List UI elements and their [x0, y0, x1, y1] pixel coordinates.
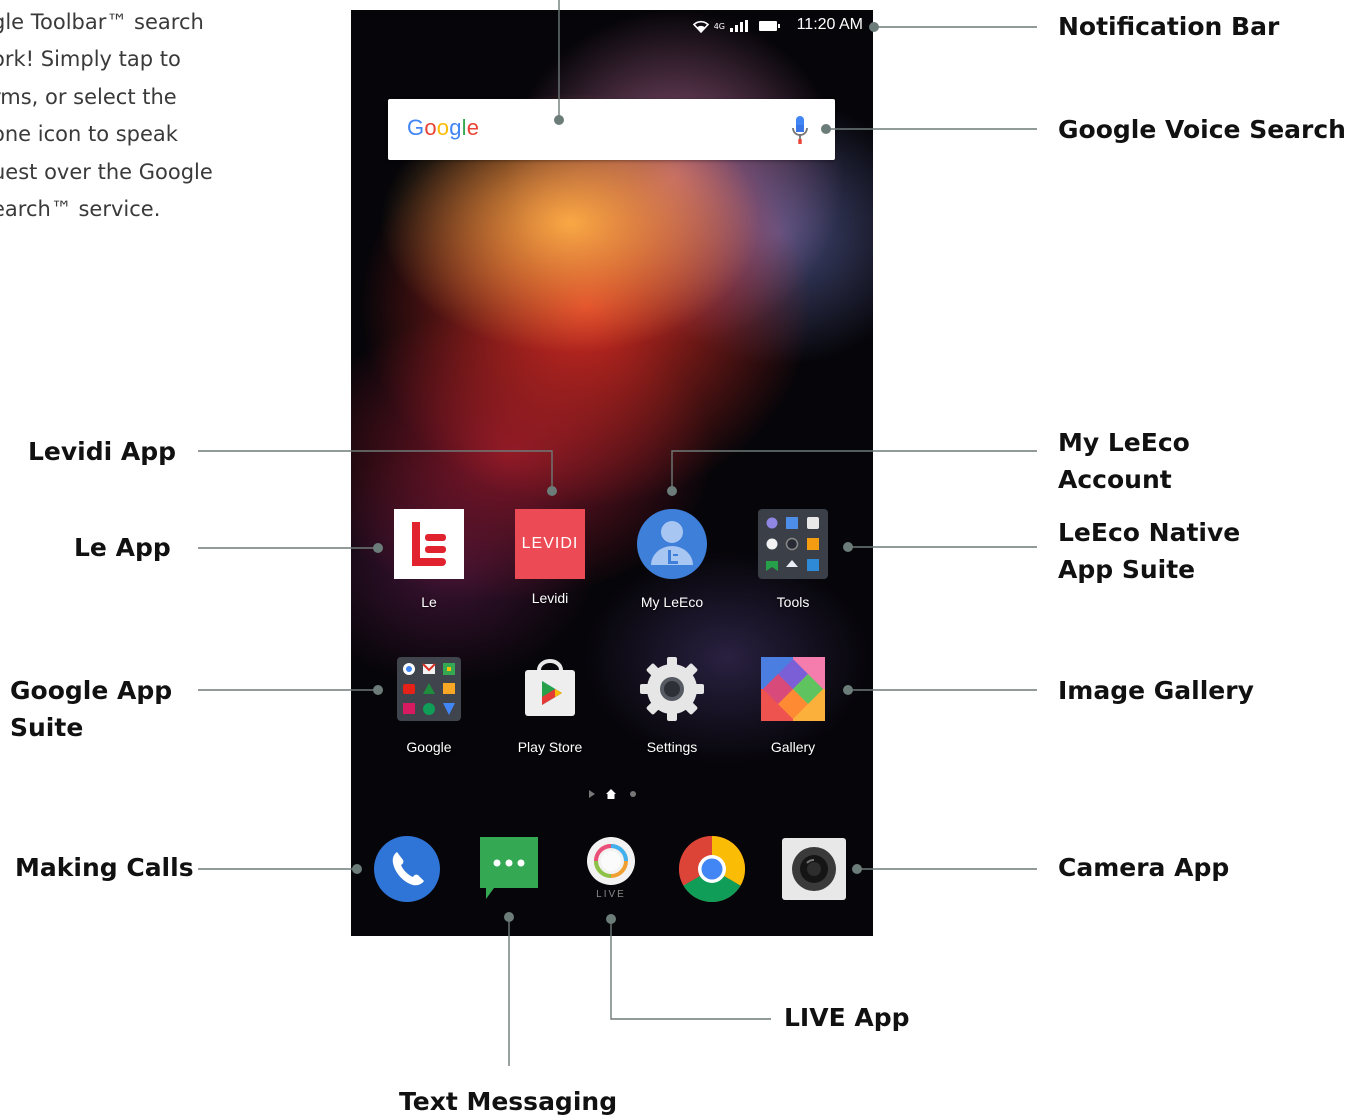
callout-my-leeco: My LeEco Account	[1058, 424, 1190, 498]
google-callout-dot	[373, 685, 383, 695]
callout-voice-search: Google Voice Search	[1058, 115, 1346, 144]
callout-gallery: Image Gallery	[1058, 676, 1254, 705]
callout-calls: Making Calls	[15, 853, 194, 882]
callout-line-2: Suite	[10, 713, 84, 742]
callout-levidi: Levidi App	[28, 437, 177, 466]
notification-callout-dot	[869, 22, 879, 32]
callout-google-suite: Google App Suite	[10, 672, 172, 746]
camera-callout-dot	[852, 864, 862, 874]
callout-line-1: LeEco Native	[1058, 518, 1241, 547]
my-leeco-callout-line	[671, 450, 1037, 491]
callout-live: LIVE App	[784, 1003, 910, 1032]
callout-native-suite: LeEco Native App Suite	[1058, 514, 1240, 588]
gallery-callout-dot	[843, 685, 853, 695]
levidi-callout-line	[198, 450, 553, 491]
le-callout-dot	[373, 543, 383, 553]
tools-callout-dot	[843, 542, 853, 552]
callout-line-2: App Suite	[1058, 555, 1196, 584]
callout-line-1: Google App	[10, 676, 173, 705]
voice-callout-dot	[821, 124, 831, 134]
callout-notification-bar: Notification Bar	[1058, 12, 1280, 41]
callout-camera: Camera App	[1058, 853, 1230, 882]
live-callout-dot	[606, 914, 616, 924]
my-leeco-callout-dot	[667, 486, 677, 496]
search-callout-dot	[554, 115, 564, 125]
live-callout-line	[610, 920, 771, 1020]
callout-le: Le App	[74, 533, 171, 562]
calls-callout-dot	[352, 864, 362, 874]
messaging-callout-dot	[504, 912, 514, 922]
callout-line-1: My LeEco	[1058, 428, 1190, 457]
levidi-callout-dot	[547, 486, 557, 496]
callout-line-2: Account	[1058, 465, 1172, 494]
callout-messaging: Text Messaging	[399, 1087, 618, 1116]
